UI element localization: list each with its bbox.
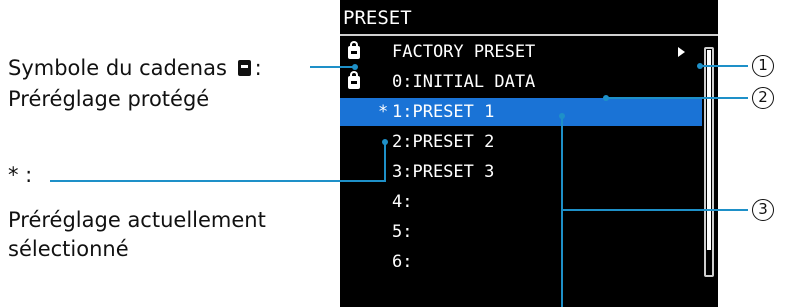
star-leader-line	[50, 142, 386, 182]
lock-icon	[348, 71, 360, 89]
callout-number-2: 2	[752, 87, 774, 109]
preset-row[interactable]: 2:PRESET 2	[340, 128, 702, 156]
preset-row[interactable]: 5:	[340, 218, 702, 246]
callout-number-1: 1	[752, 55, 774, 77]
preset-row[interactable]: 4:	[340, 188, 702, 216]
preset-row-label: FACTORY PRESET	[392, 42, 536, 62]
scroll-thumb[interactable]	[707, 50, 711, 250]
preset-row-label: 4:	[392, 192, 413, 212]
preset-row-label: 1:PRESET 1	[392, 102, 495, 122]
preset-row-label: 0:INITIAL DATA	[392, 72, 536, 92]
preset-row-label: 6:	[392, 252, 413, 272]
lock-callout-text: Symbole du cadenas	[8, 56, 227, 80]
preset-screen: PRESET FACTORY PRESET 0:INITIAL DATA * 1:PR…	[340, 0, 718, 307]
callout-number-3: 3	[752, 199, 774, 221]
lock-callout: Symbole du cadenas :	[8, 55, 262, 81]
lock-icon	[348, 41, 360, 59]
preset-row-label: 5:	[392, 222, 413, 242]
preset-row-label: 3:PRESET 3	[392, 162, 495, 182]
current-preset-mark: *	[378, 102, 389, 122]
preset-row[interactable]: 0:INITIAL DATA	[340, 68, 702, 96]
lock-icon	[237, 60, 251, 76]
screen-title: PRESET	[340, 0, 718, 36]
lock-callout-desc: Préréglage protégé	[8, 87, 210, 111]
preset-row[interactable]: 6:	[340, 248, 702, 276]
preset-row-label: 2:PRESET 2	[392, 132, 495, 152]
preset-row[interactable]: FACTORY PRESET	[340, 38, 702, 66]
star-callout-desc-1: Préréglage actuellement	[8, 208, 266, 232]
star-callout-desc-2: sélectionné	[8, 237, 129, 261]
star-callout: * :	[8, 163, 33, 187]
scrollbar[interactable]	[704, 47, 714, 277]
preset-row[interactable]: * 1:PRESET 1	[340, 98, 702, 126]
preset-row[interactable]: 3:PRESET 3	[340, 158, 702, 186]
lock-callout-colon: :	[254, 56, 262, 80]
submenu-arrow-icon	[678, 47, 685, 57]
